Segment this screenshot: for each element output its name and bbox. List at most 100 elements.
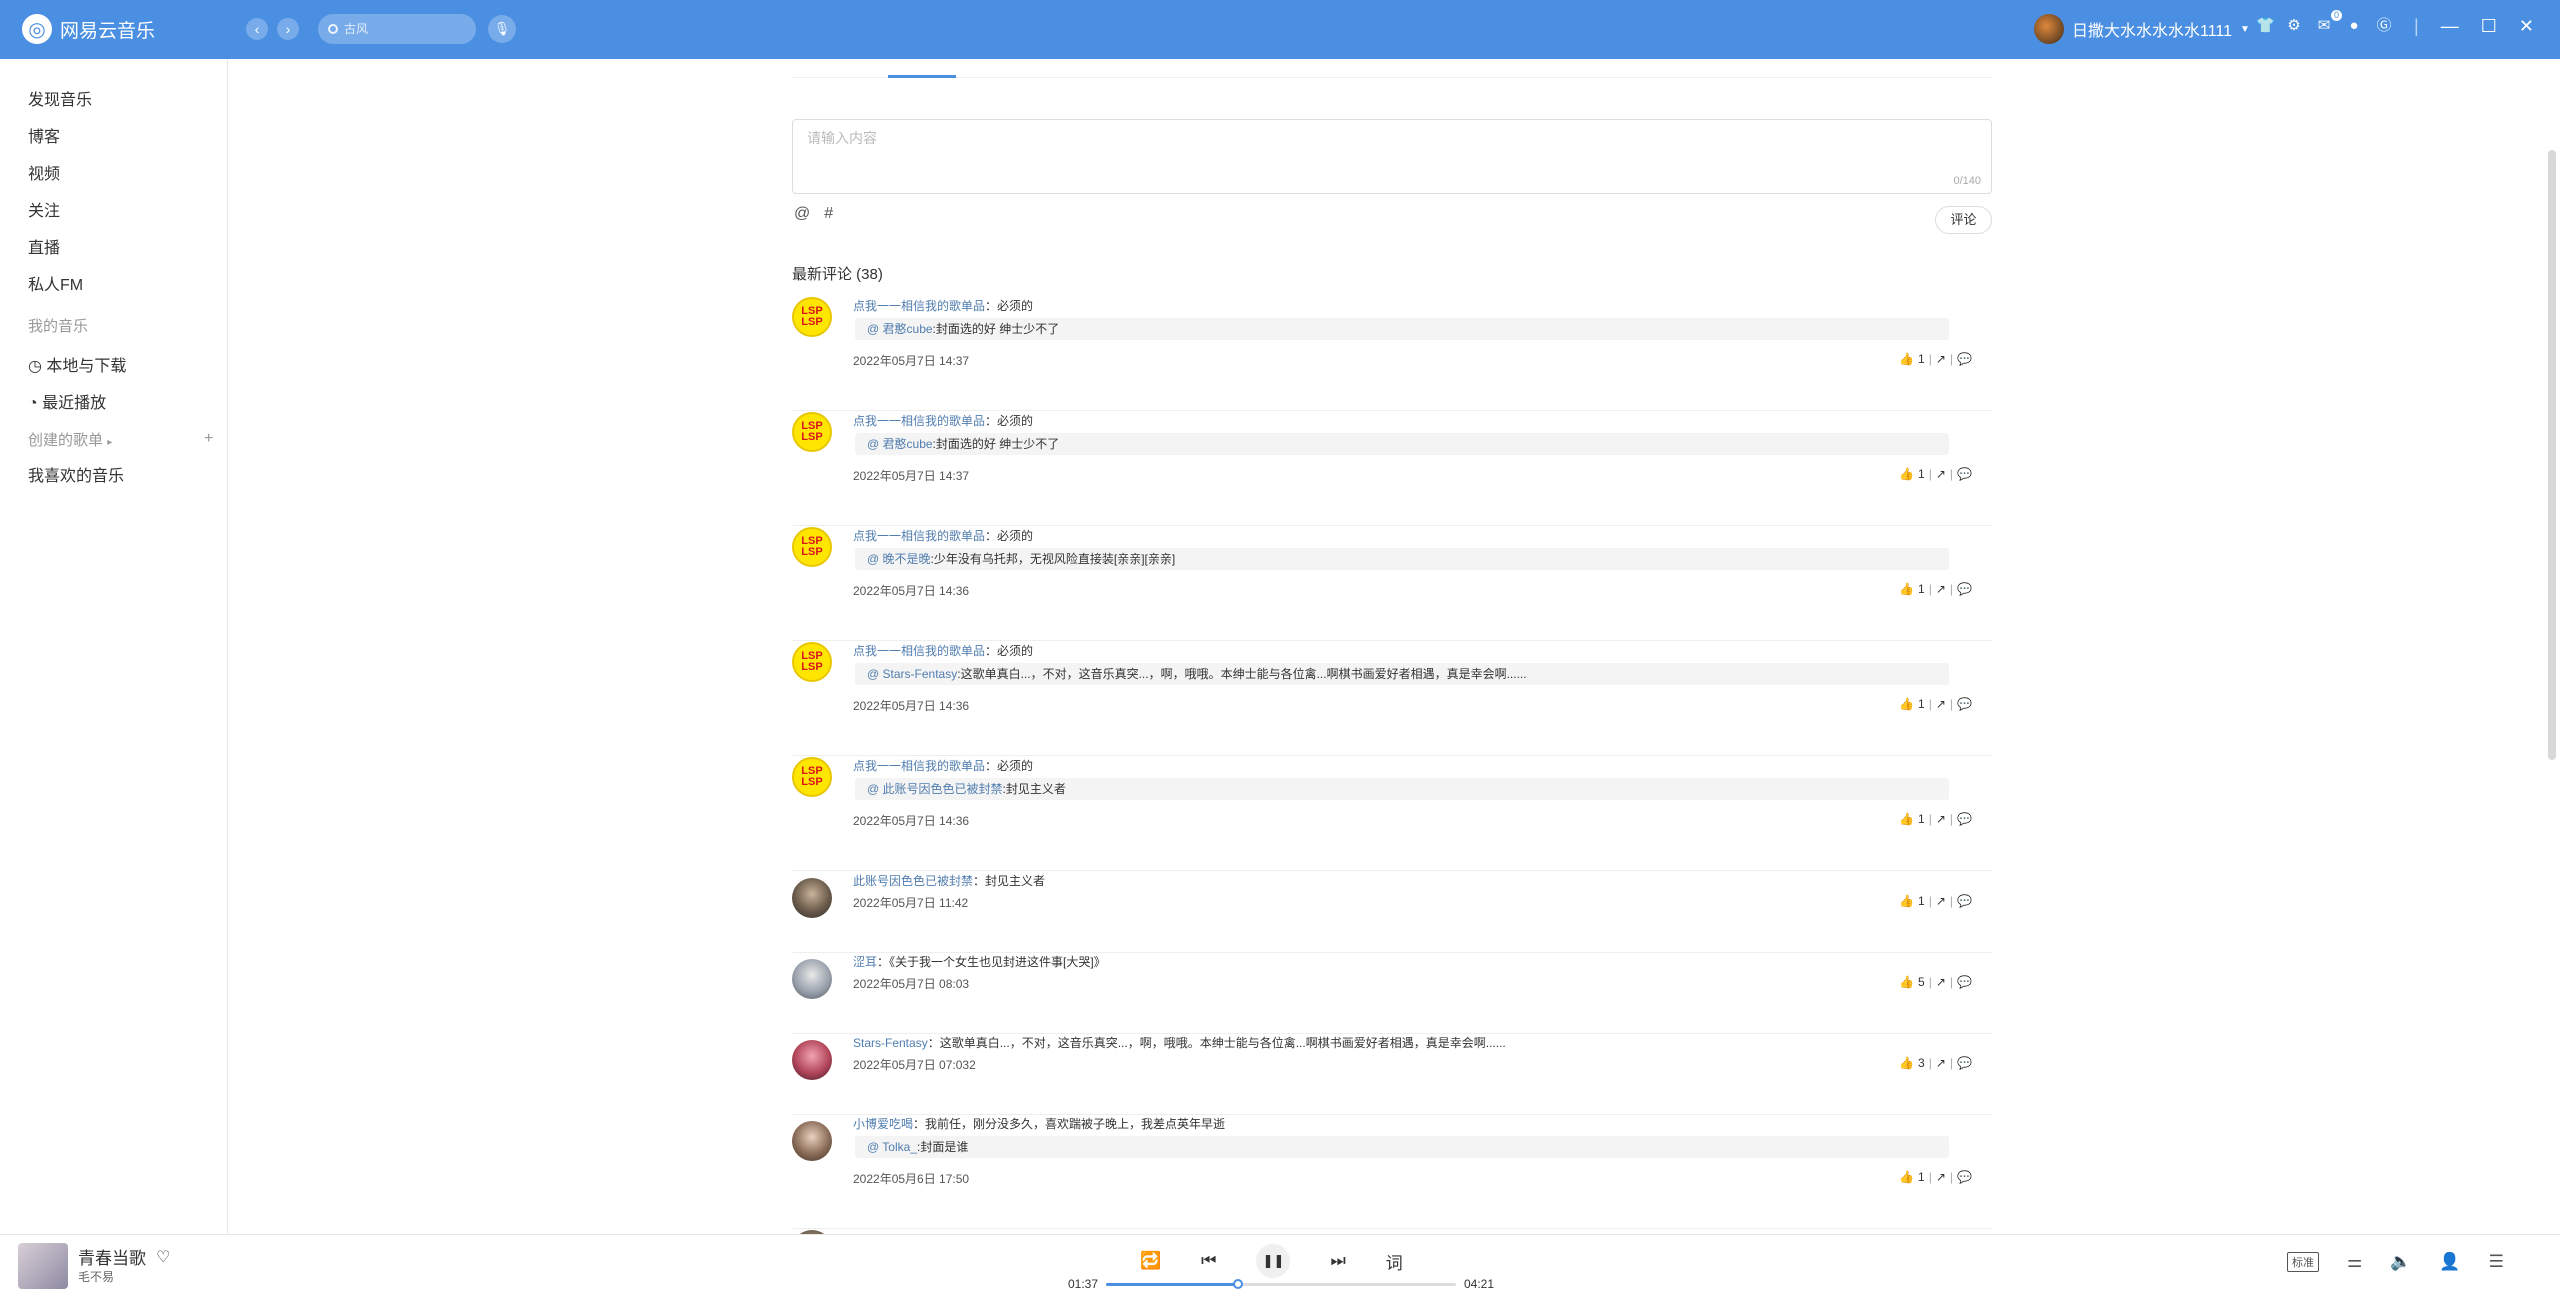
- comment-username[interactable]: 点我一一相信我的歌单品: [853, 299, 985, 313]
- reply-username[interactable]: @ 君憨cube: [867, 322, 933, 336]
- equalizer-icon[interactable]: ⚌: [2347, 1252, 2362, 1272]
- share-icon[interactable]: ↗: [1936, 697, 1946, 711]
- comment-username[interactable]: 点我一一相信我的歌单品: [853, 759, 985, 773]
- artist-name[interactable]: 毛不易: [78, 1268, 114, 1285]
- comment-username[interactable]: 涩耳: [853, 955, 877, 969]
- add-playlist-icon[interactable]: +: [204, 430, 213, 448]
- sidebar-item-podcast[interactable]: 博客: [28, 123, 60, 147]
- maximize-icon[interactable]: ☐: [2481, 16, 2497, 37]
- sidebar-item-discover[interactable]: 发现音乐: [28, 86, 92, 110]
- share-icon[interactable]: ↗: [1936, 352, 1946, 366]
- comment-avatar[interactable]: LSP LSP: [792, 527, 832, 567]
- comment-avatar[interactable]: LSP LSP: [792, 642, 832, 682]
- app-logo[interactable]: ◎ 网易云音乐: [22, 14, 155, 44]
- back-button[interactable]: ‹: [246, 18, 268, 40]
- mail-icon[interactable]: ✉ 0: [2316, 10, 2342, 34]
- comment-submit-button[interactable]: 评论: [1935, 206, 1992, 234]
- volume-icon[interactable]: 🔈: [2390, 1252, 2411, 1272]
- reply-username[interactable]: @ 君憨cube: [867, 437, 933, 451]
- like-icon[interactable]: 👍: [1899, 352, 1914, 366]
- skin-icon[interactable]: 👕: [2256, 18, 2275, 34]
- comment-avatar[interactable]: [792, 1040, 832, 1080]
- user-avatar[interactable]: [2034, 14, 2064, 44]
- listen-together-icon[interactable]: 👤: [2439, 1252, 2460, 1272]
- share-icon[interactable]: ↗: [1936, 975, 1946, 989]
- like-icon[interactable]: 👍: [1899, 894, 1914, 908]
- scrollbar[interactable]: [2548, 150, 2556, 760]
- share-icon[interactable]: ↗: [1936, 812, 1946, 826]
- heart-icon[interactable]: ♡: [156, 1247, 170, 1267]
- pause-button[interactable]: ❚❚: [1256, 1244, 1291, 1278]
- reply-icon[interactable]: 💬: [1957, 352, 1972, 366]
- reply-username[interactable]: @ Stars-Fentasy: [867, 667, 957, 681]
- reply-icon[interactable]: 💬: [1957, 1170, 1972, 1184]
- mention-button[interactable]: @: [794, 205, 810, 223]
- sidebar-item-follow[interactable]: 关注: [28, 197, 60, 221]
- voice-search-button[interactable]: 🎙: [488, 15, 516, 43]
- album-cover[interactable]: [18, 1243, 68, 1289]
- song-title[interactable]: 青春当歌: [78, 1244, 146, 1269]
- forward-button[interactable]: ›: [277, 18, 299, 40]
- reply-icon[interactable]: 💬: [1957, 812, 1972, 826]
- user-name[interactable]: 日撒大水水水水水1111: [2072, 17, 2232, 41]
- like-icon[interactable]: 👍: [1899, 812, 1914, 826]
- reply-username[interactable]: @ 此账号因色色已被封禁: [867, 782, 1003, 796]
- reply-username[interactable]: @ 晚不是晚: [867, 552, 931, 566]
- sidebar-item-video[interactable]: 视频: [28, 160, 60, 184]
- like-icon[interactable]: 👍: [1899, 1056, 1914, 1070]
- search-input[interactable]: [344, 22, 454, 36]
- quality-button[interactable]: 标准: [2287, 1252, 2319, 1272]
- hashtag-button[interactable]: #: [824, 205, 833, 223]
- reply-icon[interactable]: 💬: [1957, 467, 1972, 481]
- comment-avatar[interactable]: [792, 959, 832, 999]
- comment-username[interactable]: 此账号因色色已被封禁: [853, 874, 973, 888]
- next-icon[interactable]: ⏭: [1330, 1251, 1345, 1271]
- comment-username[interactable]: 点我一一相信我的歌单品: [853, 644, 985, 658]
- reply-icon[interactable]: 💬: [1957, 582, 1972, 596]
- sidebar-item-liked[interactable]: 我喜欢的音乐: [28, 462, 124, 486]
- reply-icon[interactable]: 💬: [1957, 1056, 1972, 1070]
- previous-icon[interactable]: ⏮: [1201, 1251, 1216, 1271]
- reply-icon[interactable]: 💬: [1957, 697, 1972, 711]
- comment-avatar[interactable]: LSP LSP: [792, 412, 832, 452]
- sidebar-item-live[interactable]: 直播: [28, 234, 60, 258]
- share-icon[interactable]: ↗: [1936, 1056, 1946, 1070]
- progress-handle[interactable]: [1232, 1279, 1243, 1289]
- g-brand-icon[interactable]: Ⓖ: [2376, 18, 2392, 34]
- repeat-icon[interactable]: 🔁: [1140, 1251, 1161, 1271]
- comment-username[interactable]: Stars-Fentasy: [853, 1036, 928, 1050]
- like-icon[interactable]: 👍: [1899, 1170, 1914, 1184]
- comment-input-box[interactable]: 0/140: [792, 119, 1992, 194]
- comment-avatar[interactable]: LSP LSP: [792, 757, 832, 797]
- comment-username[interactable]: 小博爱吃喝: [853, 1117, 913, 1131]
- comment-username[interactable]: 点我一一相信我的歌单品: [853, 529, 985, 543]
- progress-bar[interactable]: [1106, 1279, 1456, 1289]
- share-icon[interactable]: ↗: [1936, 582, 1946, 596]
- settings-gear-icon[interactable]: ⚙: [2286, 18, 2302, 34]
- created-playlists-heading[interactable]: 创建的歌单 ▸: [28, 429, 112, 450]
- close-icon[interactable]: ✕: [2519, 16, 2534, 37]
- like-icon[interactable]: 👍: [1899, 975, 1914, 989]
- search-box[interactable]: [318, 14, 476, 44]
- comment-avatar[interactable]: [792, 1121, 832, 1161]
- lyrics-button[interactable]: 词: [1386, 1249, 1403, 1274]
- share-icon[interactable]: ↗: [1936, 1170, 1946, 1184]
- reply-username[interactable]: @ Tolka_: [867, 1140, 917, 1154]
- reply-icon[interactable]: 💬: [1957, 894, 1972, 908]
- share-icon[interactable]: ↗: [1936, 894, 1946, 908]
- playlist-icon[interactable]: ☰: [2489, 1252, 2504, 1272]
- comment-avatar[interactable]: [792, 878, 832, 918]
- reply-icon[interactable]: 💬: [1957, 975, 1972, 989]
- comment-textarea[interactable]: [793, 120, 1991, 193]
- like-icon[interactable]: 👍: [1899, 697, 1914, 711]
- sidebar-item-local[interactable]: ◷ 本地与下载: [28, 352, 126, 376]
- user-menu[interactable]: 日撒大水水水水水1111 ▼: [2034, 14, 2250, 44]
- sidebar-item-fm[interactable]: 私人FM: [28, 271, 83, 295]
- chevron-down-icon[interactable]: ▼: [2240, 24, 2250, 35]
- github-icon[interactable]: ●: [2346, 18, 2362, 34]
- comment-avatar[interactable]: LSP LSP: [792, 297, 832, 337]
- comment-username[interactable]: 点我一一相信我的歌单品: [853, 414, 985, 428]
- like-icon[interactable]: 👍: [1899, 467, 1914, 481]
- minimize-icon[interactable]: —: [2441, 16, 2459, 37]
- sidebar-item-recent[interactable]: ◔ 最近播放: [28, 389, 106, 413]
